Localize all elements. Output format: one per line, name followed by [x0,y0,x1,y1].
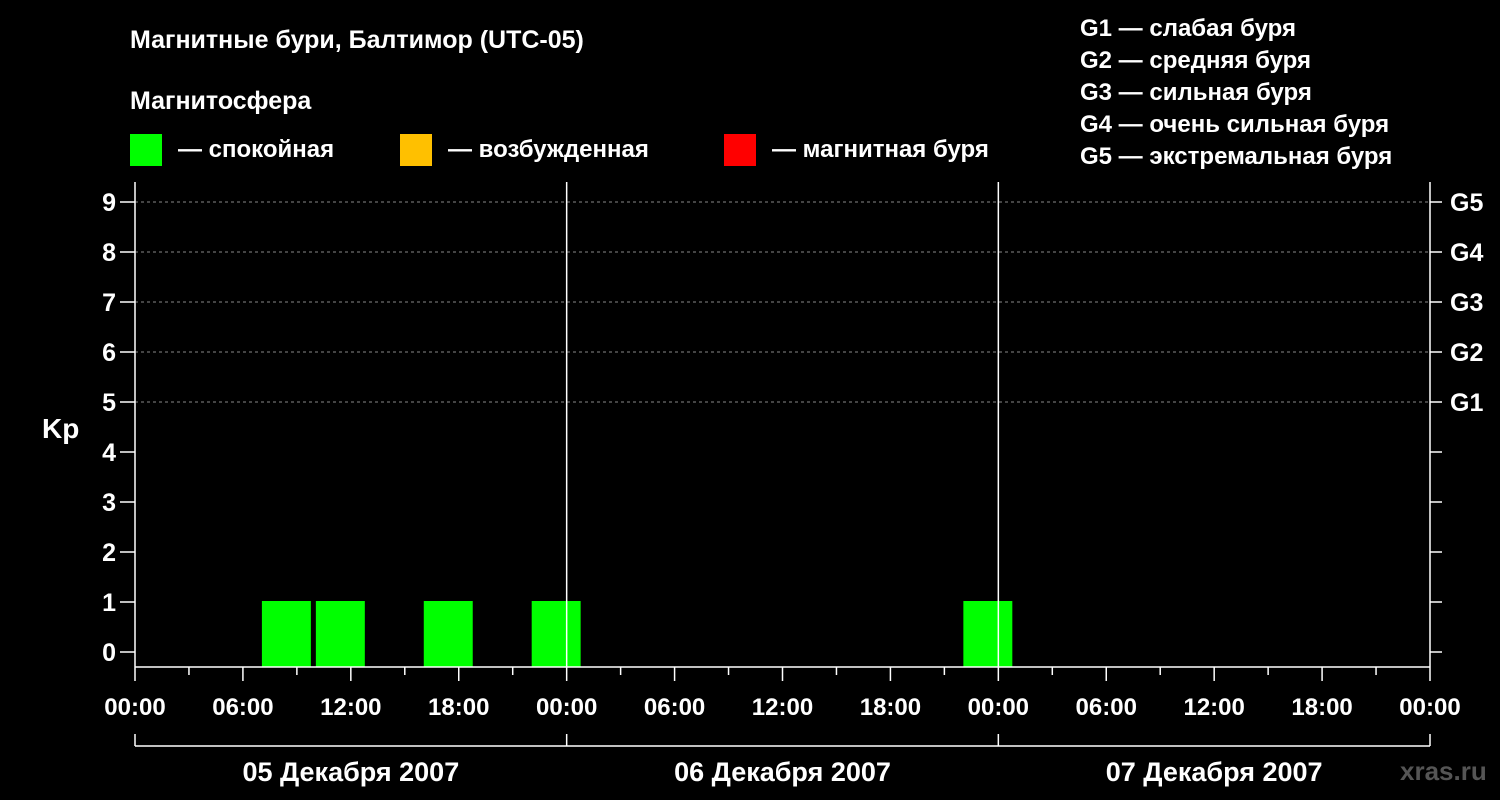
x-tick-label: 00:00 [536,694,597,721]
date-label: 05 Декабря 2007 [242,757,459,787]
g-tick-label: G2 [1450,339,1483,367]
g-scale-g4: G4 — очень сильная буря [1080,111,1389,138]
y-tick-label: 3 [102,489,116,517]
y-tick-label: 8 [102,239,116,267]
kp-bar [261,601,311,667]
x-tick-label: 00:00 [968,694,1029,721]
x-tick-label: 06:00 [1076,694,1137,721]
g-scale-g1: G1 — слабая буря [1080,15,1296,42]
y-tick-label: 6 [102,339,116,367]
g-scale-g3: G3 — сильная буря [1080,79,1312,106]
plot-area: 0 1 2 3 4 5 6 7 8 9 G1 G2 G3 G4 G5 00:00 06:00 12:00 18:00… [102,182,1483,787]
g-scale-legend: G1 — слабая буря G2 — средняя буря G3 — … [1080,15,1392,170]
kp-bar [963,601,1013,667]
g-scale-g5: G5 — экстремальная буря [1080,143,1392,170]
y-tick-label: 2 [102,539,116,567]
legend: — спокойная — возбужденная — магнитная б… [130,134,989,166]
legend-label-quiet: — спокойная [178,136,334,163]
g-tick-label: G1 [1450,389,1483,417]
chart-title: Магнитные бури, Балтимор (UTC-05) [130,26,584,54]
g-tick-label: G5 [1450,189,1483,217]
kp-bar [531,601,581,667]
x-tick-label: 18:00 [1291,694,1352,721]
date-label: 06 Декабря 2007 [674,757,891,787]
kp-chart: Магнитные бури, Балтимор (UTC-05) Магнит… [42,15,1487,787]
kp-bar [315,601,365,667]
g-scale-g2: G2 — средняя буря [1080,47,1311,74]
watermark: xras.ru [1400,756,1487,786]
x-tick-label: 00:00 [1399,694,1460,721]
legend-swatch-active [400,134,432,166]
g-tick-label: G4 [1450,239,1483,267]
y-tick-label: 1 [102,589,116,617]
x-tick-label: 18:00 [860,694,921,721]
date-label: 07 Декабря 2007 [1106,757,1323,787]
x-tick-label: 00:00 [104,694,165,721]
x-tick-label: 12:00 [752,694,813,721]
x-tick-label: 06:00 [644,694,705,721]
legend-label-storm: — магнитная буря [772,136,989,163]
y-tick-label: 4 [102,439,116,467]
x-tick-label: 06:00 [212,694,273,721]
y-tick-label: 0 [102,639,116,667]
x-tick-label: 18:00 [428,694,489,721]
x-tick-label: 12:00 [1183,694,1244,721]
y-tick-label: 7 [102,289,116,317]
legend-label-active: — возбужденная [448,136,649,163]
legend-swatch-quiet [130,134,162,166]
legend-heading: Магнитосфера [130,87,312,115]
y-tick-label: 9 [102,189,116,217]
x-tick-label: 12:00 [320,694,381,721]
kp-bar [423,601,473,667]
y-axis-label: Kp [42,413,79,444]
y-tick-label: 5 [102,389,116,417]
g-tick-label: G3 [1450,289,1483,317]
legend-swatch-storm [724,134,756,166]
